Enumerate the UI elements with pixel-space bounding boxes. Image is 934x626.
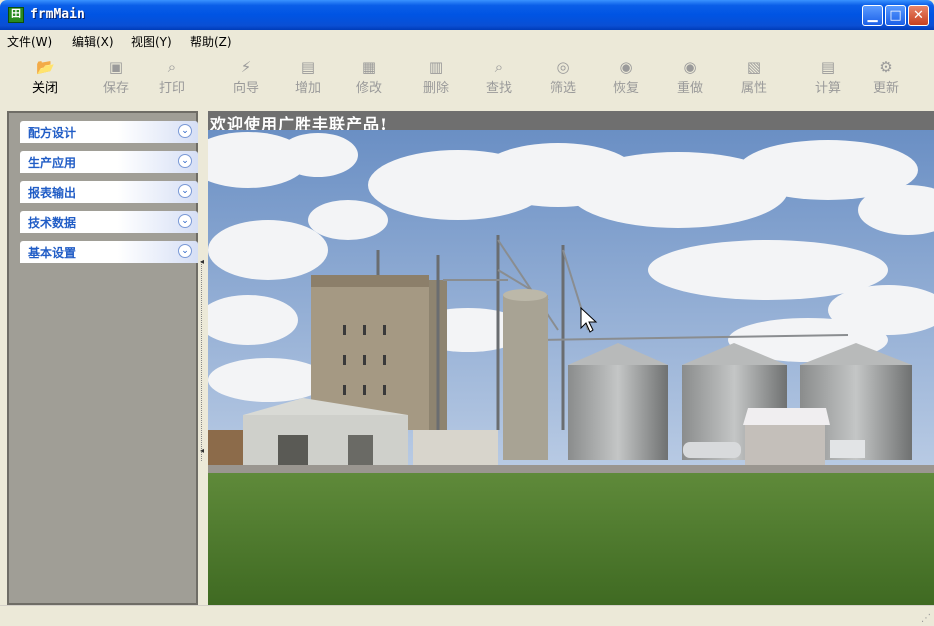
wizard-icon: ⚡	[240, 58, 252, 76]
tool-label: 增加	[294, 81, 321, 96]
chevron-down-icon[interactable]: ⌄	[178, 154, 192, 168]
find-button[interactable]: ⌕ 查找	[477, 58, 521, 96]
sidebar-item-reports[interactable]: 报表输出 ⌄	[20, 181, 198, 203]
sidebar-item-label: 生产应用	[28, 156, 77, 170]
tool-label: 更新	[872, 81, 899, 96]
menu-help[interactable]: 帮助(Z)	[190, 33, 232, 50]
tool-label: 修改	[355, 81, 382, 96]
update-button[interactable]: ⚙ 更新	[864, 58, 908, 96]
window-title: frmMain	[30, 7, 85, 22]
tool-label: 查找	[485, 81, 512, 96]
save-icon: ▣	[108, 58, 124, 76]
factory-photo	[208, 130, 934, 605]
tool-label: 恢复	[612, 81, 639, 96]
update-icon: ⚙	[879, 58, 893, 76]
collapse-arrow-icon[interactable]: ◂	[200, 446, 204, 455]
delete-button[interactable]: ▥ 删除	[414, 58, 458, 96]
tool-label: 关闭	[31, 81, 58, 96]
print-icon: ⌕	[167, 58, 177, 76]
collapse-arrow-icon[interactable]: ◂	[200, 257, 204, 266]
tool-label: 向导	[232, 81, 259, 96]
resize-grip-icon[interactable]: ⋰	[921, 613, 931, 624]
title-bar[interactable]: 田 frmMain ▁ □ ✕	[0, 0, 934, 30]
sidebar-item-basic-settings[interactable]: 基本设置 ⌄	[20, 241, 198, 263]
find-icon: ⌕	[494, 58, 504, 76]
add-icon: ▤	[300, 58, 316, 76]
menu-bar: 文件(W) 编辑(X) 视图(Y) 帮助(Z)	[0, 30, 934, 50]
tool-label: 属性	[740, 81, 767, 96]
properties-button[interactable]: ▧ 属性	[732, 58, 776, 96]
edit-icon: ▦	[361, 58, 377, 76]
menu-view[interactable]: 视图(Y)	[131, 33, 172, 50]
edit-button[interactable]: ▦ 修改	[347, 58, 391, 96]
menu-file[interactable]: 文件(W)	[7, 33, 52, 50]
sidebar-item-label: 基本设置	[28, 246, 77, 260]
tool-label: 删除	[422, 81, 449, 96]
save-button[interactable]: ▣ 保存	[94, 58, 138, 96]
close-tool-button[interactable]: 📂 关闭	[23, 58, 67, 96]
sidebar: 配方设计 ⌄ 生产应用 ⌄ 报表输出 ⌄ 技术数据 ⌄ 基本设置 ⌄	[7, 111, 198, 605]
sidebar-item-label: 报表输出	[28, 186, 77, 200]
tool-label: 筛选	[549, 81, 576, 96]
sidebar-item-formula-design[interactable]: 配方设计 ⌄	[20, 121, 198, 143]
tool-label: 保存	[102, 81, 129, 96]
tool-label: 重做	[676, 81, 703, 96]
chevron-down-icon[interactable]: ⌄	[178, 214, 192, 228]
sidebar-item-label: 配方设计	[28, 126, 77, 140]
restore-button[interactable]: ◉ 恢复	[604, 58, 648, 96]
chevron-down-icon[interactable]: ⌄	[178, 184, 192, 198]
filter-icon: ◎	[556, 58, 570, 76]
open-folder-icon: 📂	[36, 58, 55, 76]
menu-edit[interactable]: 编辑(X)	[72, 33, 114, 50]
splitter-grip[interactable]	[201, 261, 205, 461]
chevron-down-icon[interactable]: ⌄	[178, 124, 192, 138]
minimize-button[interactable]: ▁	[862, 5, 883, 26]
toolbar: 📂 关闭 ▣ 保存 ⌕ 打印 ⚡ 向导 ▤ 增加 ▦ 修改 ▥ 删除 ⌕ 查找 …	[0, 50, 934, 106]
tool-label: 计算	[814, 81, 841, 96]
chevron-down-icon[interactable]: ⌄	[178, 244, 192, 258]
maximize-button[interactable]: □	[885, 5, 906, 26]
tool-label: 打印	[158, 81, 185, 96]
status-bar: ⋰	[0, 605, 934, 626]
splitter[interactable]: ◂ ◂	[199, 111, 207, 605]
welcome-banner: 欢迎使用广胜丰联产品!	[208, 111, 934, 134]
print-button[interactable]: ⌕ 打印	[150, 58, 194, 96]
add-button[interactable]: ▤ 增加	[286, 58, 330, 96]
calculator-icon: ▤	[820, 58, 836, 76]
main-panel: 欢迎使用广胜丰联产品!	[208, 111, 934, 605]
calculator-button[interactable]: ▤ 计算	[806, 58, 850, 96]
restore-icon: ◉	[619, 58, 633, 76]
redo-button[interactable]: ◉ 重做	[668, 58, 712, 96]
filter-button[interactable]: ◎ 筛选	[541, 58, 585, 96]
redo-icon: ◉	[683, 58, 697, 76]
app-icon[interactable]: 田	[8, 7, 24, 23]
close-button[interactable]: ✕	[908, 5, 929, 26]
wizard-button[interactable]: ⚡ 向导	[224, 58, 268, 96]
sidebar-item-tech-data[interactable]: 技术数据 ⌄	[20, 211, 198, 233]
properties-icon: ▧	[746, 58, 762, 76]
sidebar-item-production[interactable]: 生产应用 ⌄	[20, 151, 198, 173]
delete-icon: ▥	[428, 58, 444, 76]
sidebar-item-label: 技术数据	[28, 216, 77, 230]
